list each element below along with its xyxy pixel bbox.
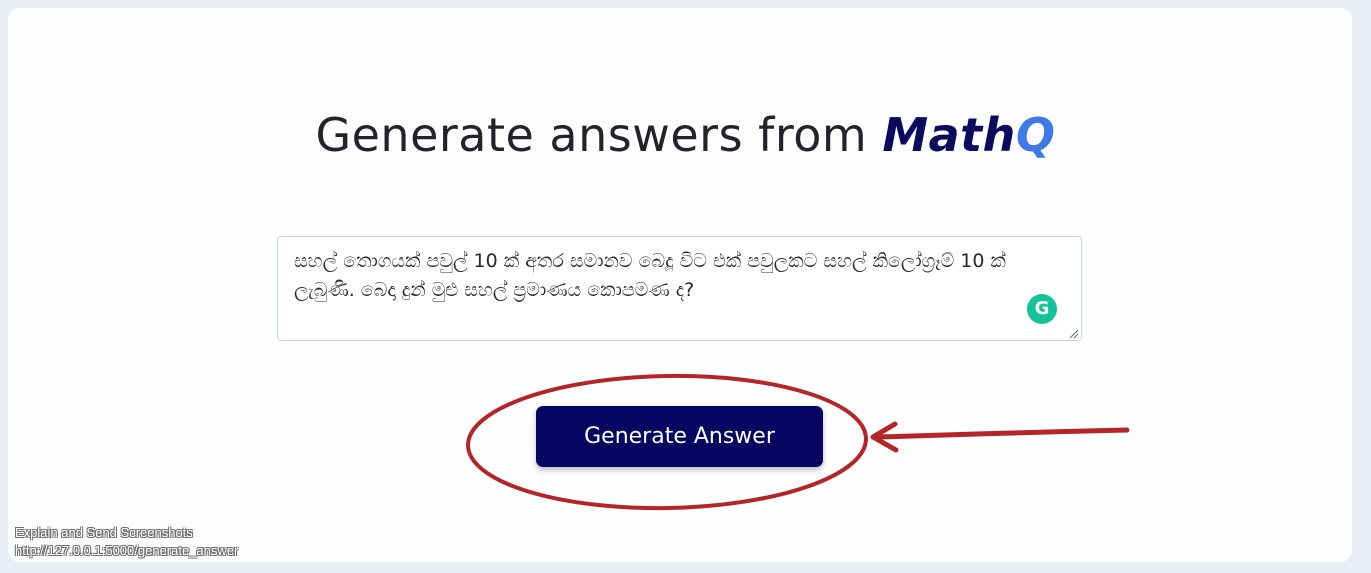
overlay-line-1: Explain and Send Screenshots (15, 525, 193, 540)
resize-handle-icon[interactable] (1069, 329, 1079, 339)
page-title: Generate answers from MathQ (0, 108, 1371, 162)
brand-q: Q (1015, 108, 1056, 162)
question-textarea[interactable]: සහල් තොගයක් පවුල් 10 ක් අතර සමානව බෙදූ ව… (277, 236, 1082, 341)
brand-math: Math (882, 108, 1016, 162)
brand-logo: MathQ (882, 108, 1055, 162)
title-prefix: Generate answers from (315, 108, 883, 162)
grammarly-icon[interactable]: G (1027, 294, 1057, 324)
generate-answer-button[interactable]: Generate Answer (536, 406, 823, 467)
overlay-line-2: http://127.0.0.1:5000/generate_answer (15, 543, 239, 558)
screenshot-overlay-text: Explain and Send Screenshots http://127.… (15, 524, 238, 560)
